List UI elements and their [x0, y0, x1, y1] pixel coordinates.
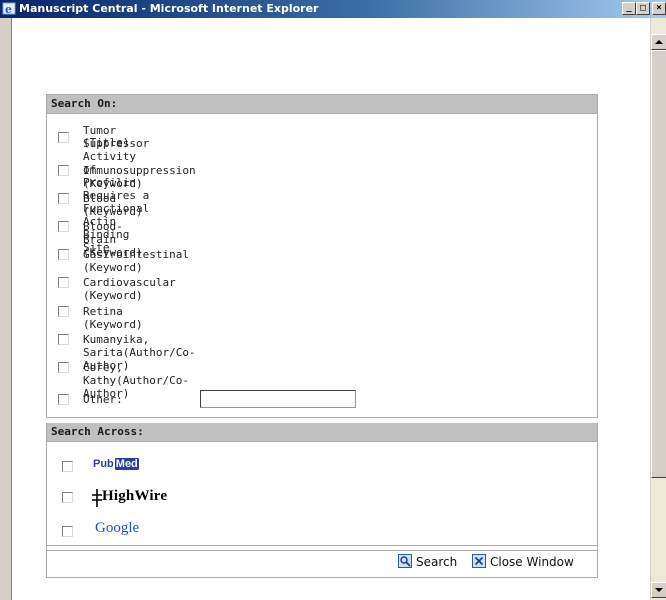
svg-text:e: e	[5, 3, 12, 16]
checkbox-highwire[interactable]	[62, 492, 73, 503]
checkbox-keyword-retina[interactable]	[58, 306, 69, 317]
google-logo: Google	[95, 520, 140, 536]
checkbox-pubmed[interactable]	[62, 461, 73, 472]
restore-button[interactable]: □	[636, 2, 650, 15]
vertical-scrollbar[interactable]	[650, 18, 666, 600]
item-label-line2: (Title)	[83, 136, 130, 149]
checkbox-author-kumanyika[interactable]	[58, 334, 69, 345]
close-box-icon	[472, 554, 486, 568]
checkbox-keyword-blood[interactable]	[58, 193, 69, 204]
search-on-panel: Search On: Tumor Suppressor Activity of …	[46, 94, 598, 418]
arrow-up-icon	[655, 40, 663, 44]
internet-explorer-icon: e	[2, 1, 17, 16]
checkbox-other[interactable]	[58, 394, 69, 405]
magnifier-icon	[398, 554, 412, 568]
close-window-action[interactable]: Close Window	[472, 554, 590, 571]
search-across-header: Search Across:	[47, 423, 597, 442]
item-label: Cardiovascular (Keyword)	[83, 276, 176, 302]
search-across-pubmed: Pub Med	[47, 457, 587, 477]
checkbox-keyword-blood-brain[interactable]	[58, 221, 69, 232]
checkbox-author-corey[interactable]	[58, 362, 69, 373]
window-title: Manuscript Central - Microsoft Internet …	[19, 2, 319, 15]
checkbox-google[interactable]	[62, 526, 73, 537]
checkbox-keyword-gastrointestinal[interactable]	[58, 249, 69, 260]
search-across-panel: Search Across: Pub Med HighWire Google	[46, 423, 598, 551]
arrow-down-icon	[655, 588, 663, 592]
search-on-header: Search On:	[47, 95, 597, 114]
checkbox-title[interactable]	[58, 132, 69, 143]
action-bar: Search Close Window	[46, 545, 598, 578]
scroll-up-button[interactable]	[651, 34, 666, 50]
close-window-label: Close Window	[490, 555, 574, 569]
search-label: Search	[416, 555, 458, 569]
item-label: Blood (Keyword)	[83, 192, 143, 218]
checkbox-keyword-immunosuppression[interactable]	[58, 165, 69, 176]
window-frame	[0, 18, 12, 600]
close-window-button[interactable]: ×	[652, 2, 666, 15]
search-across-google: Google	[47, 520, 587, 542]
scroll-thumb[interactable]	[651, 50, 666, 478]
window-title-bar: e Manuscript Central - Microsoft Interne…	[0, 0, 666, 18]
checkbox-keyword-cardiovascular[interactable]	[58, 277, 69, 288]
other-label: Other:	[83, 393, 123, 406]
search-across-highwire: HighWire	[47, 487, 587, 509]
scroll-down-button[interactable]	[651, 582, 666, 598]
other-search-input[interactable]	[200, 390, 356, 408]
item-label: Gastrointestinal (Keyword)	[83, 248, 189, 274]
minimize-button[interactable]: _	[622, 2, 636, 15]
item-label: Retina (Keyword)	[83, 305, 143, 331]
item-label: Immunosuppression (Keyword)	[83, 164, 196, 190]
pubmed-logo: Pub Med	[93, 458, 139, 470]
